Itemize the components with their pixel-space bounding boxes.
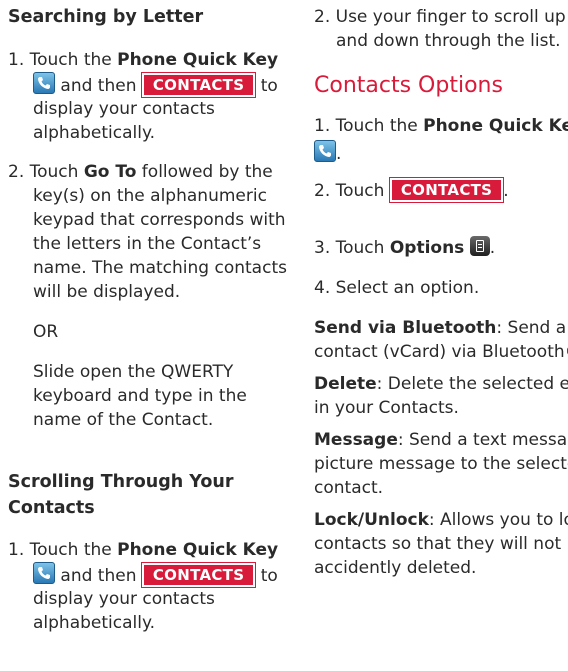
step-4-line-2: and down through the list. [336,31,561,51]
message-line-2: picture message to the selected [314,454,568,474]
lock-unlock-line-3: accidently deleted. [314,558,477,578]
message-line-1: Message: Send a text message or [314,430,568,450]
heading-scrolling-line-2: Contacts [8,498,95,518]
options-key-icon [469,236,490,256]
step-1-line-2: and then CONTACTS to [33,72,278,98]
option-step-4: 4. Select an option. [314,278,480,298]
option-step-2: 2. Touch CONTACTS. [314,177,509,203]
contacts-softkey: CONTACTS [140,562,257,588]
option-step-1-line-1: 1. Touch the Phone Quick Key [314,116,568,136]
heading-contacts-options: Contacts Options [314,73,503,98]
slide-line-2: keyboard and type in the [33,386,247,406]
slide-line-1: Slide open the QWERTY [33,362,234,382]
lock-unlock-line-2: contacts so that they will not be [314,534,568,554]
option-step-1-line-2: . [314,140,341,166]
step-1-line-4: alphabetically. [33,123,156,143]
message-line-3: contact. [314,478,384,498]
heading-scrolling-line-1: Scrolling Through Your [8,472,234,492]
delete-line-2: in your Contacts. [314,398,459,418]
step-2-line-3: keypad that corresponds with [33,210,286,230]
step-1-line-3: display your contacts [33,99,215,119]
contacts-softkey: CONTACTS [140,72,257,98]
slide-line-3: name of the Contact. [33,410,214,430]
contacts-softkey: CONTACTS [388,177,505,203]
phone-quick-key-icon [33,72,55,94]
step-4-line-1: 2. Use your finger to scroll up [314,7,566,27]
heading-searching-by-letter: Searching by Letter [8,7,204,27]
phone-quick-key-icon [33,562,55,584]
step-2-line-5: name. The matching contacts [33,258,287,278]
step-2-line-4: the letters in the Contact’s [33,234,262,254]
send-via-bluetooth-line-2: contact (vCard) via Bluetooth®. [314,342,568,362]
step-3-line-2: and then CONTACTS to [33,562,278,588]
step-3-line-1: 1. Touch the Phone Quick Key [8,540,279,560]
delete-line-1: Delete: Delete the selected entry [314,374,568,394]
send-via-bluetooth-line-1: Send via Bluetooth: Send a [314,318,567,338]
step-3-line-4: alphabetically. [33,613,156,633]
phone-quick-key-icon [314,140,336,162]
right-column: 2. Use your finger to scroll up and down… [314,0,568,671]
step-2-line-2: key(s) on the alphanumeric [33,186,267,206]
step-1-line-1: 1. Touch the Phone Quick Key [8,50,279,70]
step-2-line-6: will be displayed. [33,282,181,302]
step-2-line-1: 2. Touch Go To followed by the [8,162,273,182]
lock-unlock-line-1: Lock/Unlock: Allows you to lock [314,510,568,530]
option-step-3: 3. Touch Options . [314,236,496,258]
step-3-line-3: display your contacts [33,589,215,609]
or-label: OR [33,322,59,342]
